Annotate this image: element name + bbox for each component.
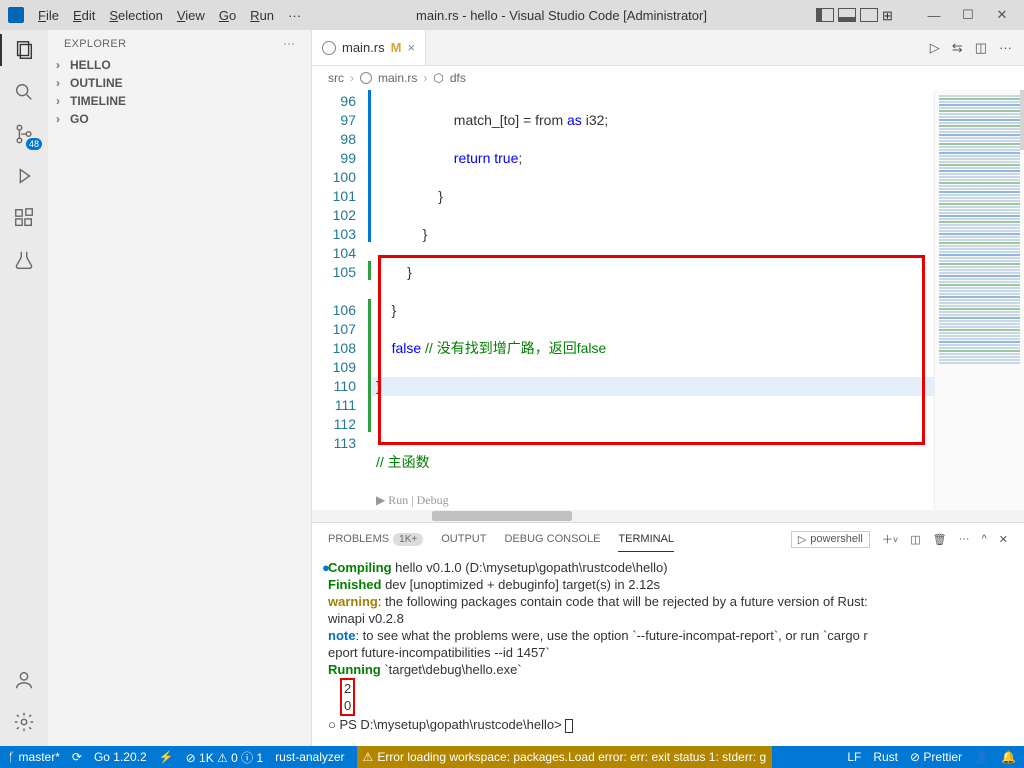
symbol-icon: ⬡ xyxy=(433,71,443,85)
maximize-panel-icon[interactable]: ^ xyxy=(982,533,987,545)
status-sync-icon[interactable]: ⟳ xyxy=(72,750,82,764)
line-number-gutter: 9697989910010110210310410510610710810911… xyxy=(312,90,368,510)
status-eol[interactable]: LF xyxy=(847,750,861,764)
settings-gear-icon[interactable] xyxy=(12,710,36,734)
scm-activity-icon[interactable]: 48 xyxy=(12,122,36,146)
rust-file-icon xyxy=(322,41,336,55)
menu-edit[interactable]: Edit xyxy=(67,4,101,27)
debug-activity-icon[interactable] xyxy=(12,164,36,188)
close-tab-icon[interactable]: × xyxy=(407,40,415,55)
kill-terminal-icon[interactable]: 🗑 xyxy=(933,533,947,546)
close-panel-icon[interactable]: ✕ xyxy=(999,533,1008,546)
sidebar-section-hello[interactable]: HELLO xyxy=(48,56,311,74)
layout-panel-left-icon[interactable] xyxy=(816,8,834,22)
codelens-run-debug[interactable]: ▶ Run | Debug xyxy=(372,491,934,510)
maximize-button[interactable]: ☐ xyxy=(954,7,982,23)
editor-more-icon[interactable]: ··· xyxy=(999,40,1012,55)
status-go-version[interactable]: Go 1.20.2 xyxy=(94,750,147,764)
menu-selection[interactable]: Selection xyxy=(103,4,168,27)
split-editor-icon[interactable]: ◫ xyxy=(975,40,987,56)
breadcrumb[interactable]: src› main.rs› ⬡ dfs xyxy=(312,66,1024,90)
terminal-output-highlight: 20 xyxy=(340,678,355,716)
explorer-activity-icon[interactable] xyxy=(12,38,36,62)
layout-customize-icon[interactable]: ⊞ xyxy=(882,8,900,22)
rust-file-icon xyxy=(360,72,372,84)
account-icon[interactable] xyxy=(12,668,36,692)
menu-more[interactable]: ··· xyxy=(282,4,307,27)
status-bell-icon[interactable]: 🔔 xyxy=(1001,750,1016,764)
menu-file[interactable]: File xyxy=(32,4,65,27)
status-prettier[interactable]: ⊘ Prettier xyxy=(910,750,962,764)
tab-terminal[interactable]: TERMINAL xyxy=(618,527,674,552)
menu-go[interactable]: Go xyxy=(213,4,242,27)
testing-activity-icon[interactable] xyxy=(12,248,36,272)
status-feedback-icon[interactable]: 👤 xyxy=(974,750,989,764)
status-warning-message[interactable]: ⚠ Error loading workspace: packages.Load… xyxy=(357,746,773,768)
extensions-activity-icon[interactable] xyxy=(12,206,36,230)
split-terminal-icon[interactable]: ◫ xyxy=(910,533,920,546)
status-rust-analyzer[interactable]: rust-analyzer xyxy=(275,750,344,764)
layout-panel-bottom-icon[interactable] xyxy=(838,8,856,22)
code-editor[interactable]: match_[to] = from as i32; return true; }… xyxy=(372,90,934,510)
terminal-shell-picker[interactable]: ▷ powershell xyxy=(791,531,870,548)
close-window-button[interactable]: ✕ xyxy=(988,7,1016,23)
sidebar-section-outline[interactable]: OUTLINE xyxy=(48,74,311,92)
menubar: File Edit Selection View Go Run ··· xyxy=(32,4,307,27)
tab-output[interactable]: OUTPUT xyxy=(441,527,486,551)
compare-changes-icon[interactable]: ⇆ xyxy=(952,40,963,56)
explorer-title: EXPLORER xyxy=(64,38,126,50)
tab-debug-console[interactable]: DEBUG CONSOLE xyxy=(504,527,600,551)
menu-run[interactable]: Run xyxy=(244,4,280,27)
menu-view[interactable]: View xyxy=(171,4,211,27)
terminal-cursor xyxy=(565,719,573,733)
tab-main-rs[interactable]: main.rs M × xyxy=(312,30,426,65)
status-problems[interactable]: ⊘ 1K ⚠ 0 ⓘ 1 xyxy=(186,749,264,766)
minimize-button[interactable]: — xyxy=(920,8,948,23)
run-code-icon[interactable]: ▷ xyxy=(930,40,940,56)
modified-indicator: M xyxy=(391,40,402,55)
status-language[interactable]: Rust xyxy=(873,750,898,764)
new-terminal-icon[interactable]: ＋˅ xyxy=(882,531,898,547)
layout-panel-right-icon[interactable] xyxy=(860,8,878,22)
tab-problems[interactable]: PROBLEMS1K+ xyxy=(328,527,423,551)
horizontal-scrollbar[interactable] xyxy=(312,510,1024,522)
search-activity-icon[interactable] xyxy=(12,80,36,104)
status-branch[interactable]: ᚶ master* xyxy=(8,750,60,764)
window-title: main.rs - hello - Visual Studio Code [Ad… xyxy=(307,8,816,23)
status-lightning-icon[interactable]: ⚡ xyxy=(159,750,174,764)
vscode-icon xyxy=(8,7,24,23)
sidebar-section-go[interactable]: GO xyxy=(48,110,311,128)
explorer-more-icon[interactable]: ··· xyxy=(283,38,295,50)
sidebar-section-timeline[interactable]: TIMELINE xyxy=(48,92,311,110)
terminal-output[interactable]: ● Compiling hello v0.1.0 (D:\mysetup\gop… xyxy=(312,555,1024,746)
panel-more-icon[interactable]: ··· xyxy=(959,533,970,545)
minimap[interactable] xyxy=(934,90,1024,510)
